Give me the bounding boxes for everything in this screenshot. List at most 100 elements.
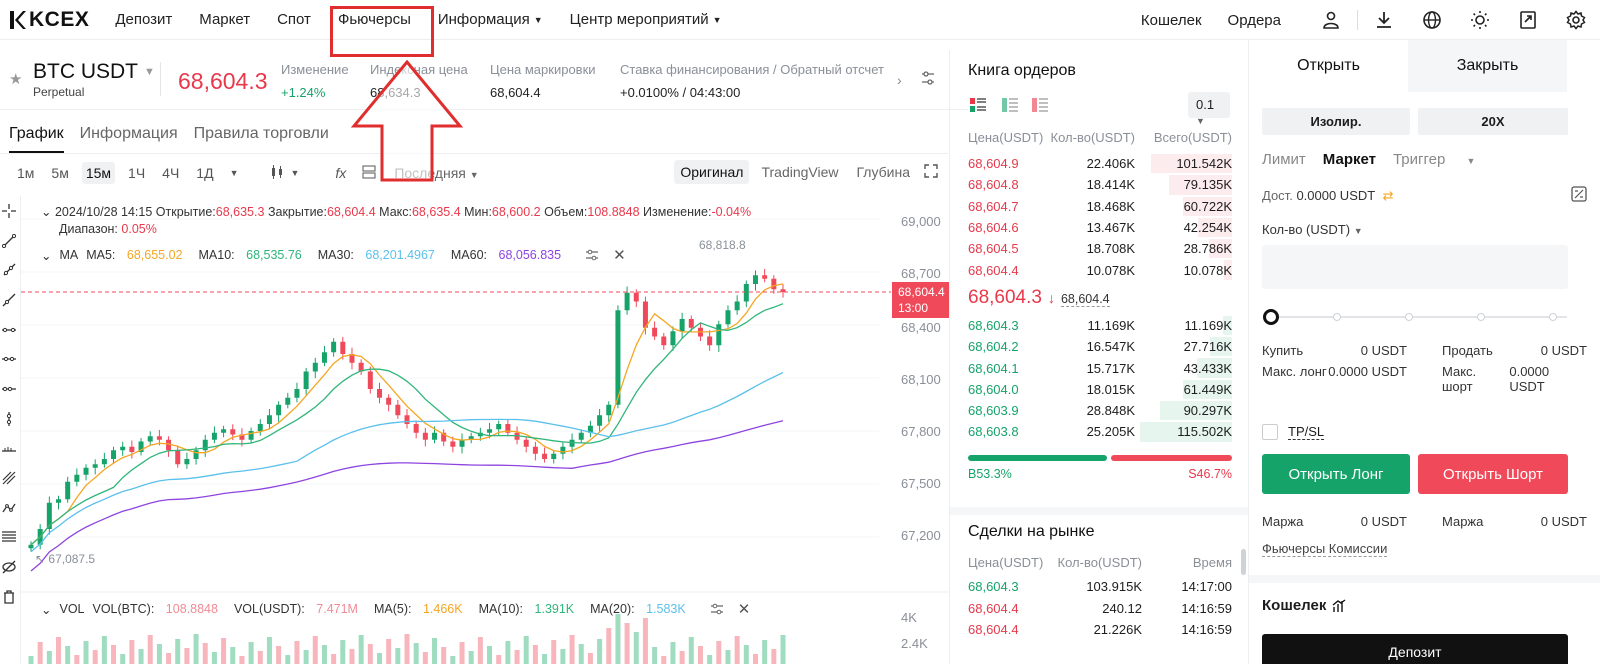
precision-select[interactable]: 0.1 ▼ xyxy=(1188,92,1230,126)
volume-bar xyxy=(707,655,713,664)
futures-fees-link[interactable]: Фьючерсы Комиссии xyxy=(1262,541,1388,557)
view-original[interactable]: Оригинал xyxy=(674,160,750,184)
chevron-down-icon[interactable]: ▼ xyxy=(291,168,300,178)
order-type-market[interactable]: Маркет xyxy=(1323,151,1376,168)
nav-info[interactable]: Информация ▼ xyxy=(438,11,543,28)
max-amounts: Макс. лонг 0.0000 USDT Макс. шорт 0.0000 U… xyxy=(1262,364,1550,394)
tab-trading-rules[interactable]: Правила торговли xyxy=(194,120,329,153)
price-type-select[interactable]: Последняя ▼ xyxy=(394,165,478,181)
ma-settings-icon[interactable] xyxy=(585,248,599,262)
leverage-button[interactable]: 20X xyxy=(1418,108,1568,135)
layout-icon[interactable] xyxy=(362,165,376,182)
fullscreen-icon[interactable] xyxy=(924,163,938,181)
bid-row[interactable]: 68,604.3 11.169K 11.169K xyxy=(968,315,1232,336)
collapse-icon[interactable]: ⌄ xyxy=(41,248,51,263)
favorite-star-icon[interactable]: ★ xyxy=(9,70,22,88)
delete-drawings-icon[interactable] xyxy=(0,582,18,612)
nav-wallet[interactable]: Кошелек xyxy=(1141,12,1202,29)
extended-line-icon[interactable] xyxy=(0,285,18,315)
sliders-icon[interactable] xyxy=(920,70,936,86)
trend-line-icon[interactable] xyxy=(0,226,18,256)
ask-row[interactable]: 68,604.4 10.078K 10.078K xyxy=(968,259,1232,280)
order-type-limit[interactable]: Лимит xyxy=(1262,151,1306,168)
horizontal-line-icon[interactable] xyxy=(0,315,18,345)
book-asks-icon[interactable] xyxy=(1032,98,1048,112)
scrollbar[interactable] xyxy=(1241,549,1246,575)
pair-selector[interactable]: BTC USDT ▼ xyxy=(33,60,155,84)
timeframe-more-icon[interactable]: ▼ xyxy=(230,168,239,178)
nav-spot[interactable]: Спот xyxy=(277,11,311,28)
bid-row[interactable]: 68,604.2 16.547K 27.716K xyxy=(968,336,1232,357)
chart-bars-icon[interactable] xyxy=(1332,598,1346,613)
volume-bar xyxy=(367,644,373,664)
slider-knob[interactable] xyxy=(1263,309,1279,325)
indicator-fx-icon[interactable]: fx xyxy=(335,165,346,181)
nav-orders[interactable]: Ордера xyxy=(1228,12,1281,29)
vol-settings-icon[interactable] xyxy=(710,602,724,616)
close-icon[interactable]: ✕ xyxy=(738,600,751,618)
assets-icon[interactable] xyxy=(1504,0,1552,40)
hide-drawings-icon[interactable] xyxy=(0,552,18,582)
horizontal-ray-icon[interactable] xyxy=(0,344,18,374)
tab-info[interactable]: Информация xyxy=(80,120,178,153)
kcex-logo[interactable]: KCEX xyxy=(8,8,89,32)
ask-row[interactable]: 68,604.5 18.708K 28.786K xyxy=(968,238,1232,259)
crosshair-icon[interactable] xyxy=(0,196,18,226)
quantity-input[interactable] xyxy=(1262,245,1568,289)
globe-icon[interactable] xyxy=(1408,0,1456,40)
candle-body xyxy=(450,441,456,447)
download-icon[interactable] xyxy=(1360,0,1408,40)
theme-icon[interactable] xyxy=(1456,0,1504,40)
price-line-icon[interactable] xyxy=(0,434,18,464)
timeframe-1h[interactable]: 1Ч xyxy=(124,162,149,184)
book-bids-icon[interactable] xyxy=(1002,98,1018,112)
timeframe-5m[interactable]: 5м xyxy=(47,162,72,184)
fibonacci-icon[interactable] xyxy=(0,523,18,553)
open-short-button[interactable]: Открыть Шорт xyxy=(1418,454,1568,494)
view-depth[interactable]: Глубина xyxy=(851,160,916,184)
tab-open[interactable]: Открыть xyxy=(1249,40,1408,92)
bid-row[interactable]: 68,603.9 28.848K 90.297K xyxy=(968,400,1232,421)
deposit-button[interactable]: Депозит xyxy=(1262,634,1568,664)
timeframe-15m[interactable]: 15м xyxy=(81,162,116,184)
vertical-line-icon[interactable] xyxy=(0,404,18,434)
settings-icon[interactable] xyxy=(1552,0,1600,40)
collapse-icon[interactable]: ⌄ xyxy=(41,602,51,617)
timeframe-4h[interactable]: 4Ч xyxy=(158,162,183,184)
tab-close[interactable]: Закрыть xyxy=(1408,40,1567,92)
nav-deposit[interactable]: Депозит xyxy=(115,11,172,28)
nav-market[interactable]: Маркет xyxy=(199,11,250,28)
close-icon[interactable]: ✕ xyxy=(613,246,626,264)
open-long-button[interactable]: Открыть Лонг xyxy=(1262,454,1410,494)
ask-row[interactable]: 68,604.8 18.414K 79.135K xyxy=(968,174,1232,195)
price-chart[interactable]: ⌄ 2024/10/28 14:15 Открытие:68,635.3 Зак… xyxy=(20,196,949,664)
order-type-trigger[interactable]: Триггер ▼ xyxy=(1393,151,1492,168)
tpsl-checkbox[interactable] xyxy=(1262,424,1278,440)
pattern-icon[interactable] xyxy=(0,493,18,523)
tpsl-toggle[interactable]: TP/SL xyxy=(1262,424,1600,440)
ask-row[interactable]: 68,604.7 18.468K 60.722K xyxy=(968,196,1232,217)
candle-type-icon[interactable] xyxy=(269,164,285,183)
nav-events[interactable]: Центр мероприятий ▼ xyxy=(570,11,722,28)
book-both-icon[interactable] xyxy=(970,98,986,112)
margin-mode-button[interactable]: Изолир. xyxy=(1262,108,1410,135)
user-icon[interactable] xyxy=(1307,0,1355,40)
tab-chart[interactable]: График xyxy=(9,120,64,153)
parallel-channel-icon[interactable] xyxy=(0,463,18,493)
quantity-slider[interactable] xyxy=(1263,309,1567,325)
transfer-icon[interactable]: ⇄ xyxy=(1383,188,1394,203)
timeframe-1d[interactable]: 1Д xyxy=(192,162,217,184)
timeframe-1m[interactable]: 1м xyxy=(13,162,38,184)
bid-row[interactable]: 68,604.1 15.717K 43.433K xyxy=(968,357,1232,378)
horizontal-segment-icon[interactable] xyxy=(0,374,18,404)
chevron-right-icon[interactable]: › xyxy=(897,72,902,88)
ask-row[interactable]: 68,604.9 22.406K 101.542K xyxy=(968,153,1232,174)
view-tradingview[interactable]: TradingView xyxy=(755,160,844,184)
bid-row[interactable]: 68,603.8 25.205K 115.502K xyxy=(968,421,1232,442)
ray-icon[interactable] xyxy=(0,255,18,285)
quantity-unit-select[interactable]: Кол-во (USDT) ▼ xyxy=(1262,222,1600,237)
calculator-icon[interactable] xyxy=(1571,186,1587,202)
collapse-icon[interactable]: ⌄ xyxy=(41,205,51,219)
bid-row[interactable]: 68,604.0 18.015K 61.449K xyxy=(968,379,1232,400)
ask-row[interactable]: 68,604.6 13.467K 42.254K xyxy=(968,217,1232,238)
